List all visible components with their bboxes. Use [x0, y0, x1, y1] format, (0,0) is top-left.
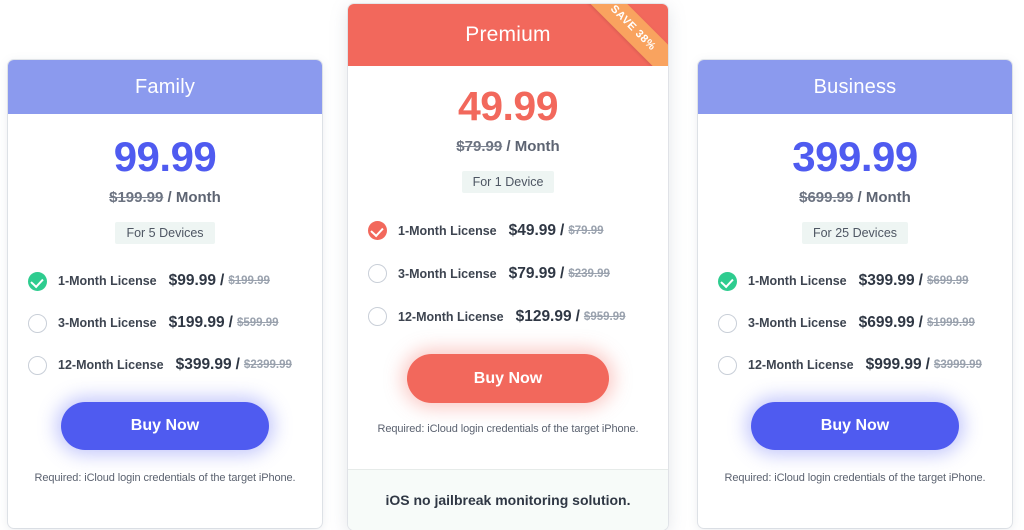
plan-title: Family	[134, 75, 196, 98]
card-header-business: Business	[698, 60, 1012, 114]
license-price: $49.99	[508, 221, 557, 239]
devices-badge: For 1 Device	[461, 171, 555, 193]
license-separator: /	[228, 314, 233, 331]
radio-unselected-icon[interactable]	[28, 355, 47, 375]
license-old-price: $79.99	[568, 224, 604, 237]
license-price: $99.99	[168, 272, 217, 289]
radio-selected-icon[interactable]	[28, 271, 47, 291]
license-option-row[interactable]: 12-Month License $399.99 / $2399.99	[28, 344, 302, 386]
license-option-row[interactable]: 1-Month License $99.99 / $199.99	[28, 260, 302, 302]
plan-price-sub: $699.99 / Month	[712, 189, 998, 206]
license-name: 3-Month License	[398, 266, 497, 281]
plan-title: Business	[813, 75, 897, 98]
buy-now-button[interactable]: Buy Now	[61, 402, 269, 450]
buy-button-wrap: Buy Now	[22, 402, 308, 450]
license-options-business: 1-Month License $399.99 / $699.99 3-Mont…	[712, 260, 998, 386]
license-option-row[interactable]: 1-Month License $49.99 / $79.99	[368, 209, 648, 252]
plan-title: Premium	[465, 23, 551, 46]
plan-old-price: $699.99	[799, 189, 854, 206]
devices-badge: For 5 Devices	[115, 222, 215, 244]
license-option-row[interactable]: 3-Month License $79.99 / $239.99	[368, 252, 648, 295]
license-name: 1-Month License	[398, 223, 497, 238]
pricing-card-family[interactable]: Family 99.99 $199.99 / Month For 5 Devic…	[8, 60, 322, 528]
license-separator: /	[560, 221, 565, 239]
buy-button-wrap: Buy Now	[362, 354, 654, 403]
license-separator: /	[560, 264, 565, 282]
license-name: 12-Month License	[398, 309, 504, 324]
premium-footer-text: iOS no jailbreak monitoring solution.	[385, 492, 631, 508]
save-ribbon-badge: SAVE 38%	[570, 4, 668, 66]
license-old-price: $1999.99	[926, 317, 975, 329]
license-options-family: 1-Month License $99.99 / $199.99 3-Month…	[22, 260, 308, 386]
license-price: $399.99	[858, 272, 915, 289]
license-option-row[interactable]: 1-Month License $399.99 / $699.99	[718, 260, 992, 302]
license-option-row[interactable]: 3-Month License $699.99 / $1999.99	[718, 302, 992, 344]
license-price: $999.99	[865, 356, 922, 373]
radio-unselected-icon[interactable]	[368, 264, 387, 283]
license-old-price: $599.99	[236, 317, 279, 329]
license-separator: /	[925, 356, 930, 373]
license-price: $79.99	[508, 264, 557, 282]
radio-selected-icon[interactable]	[718, 271, 737, 291]
license-option-row[interactable]: 3-Month License $199.99 / $599.99	[28, 302, 302, 344]
license-option-row[interactable]: 12-Month License $999.99 / $3999.99	[718, 344, 992, 386]
plan-price: 99.99	[113, 133, 217, 180]
radio-unselected-icon[interactable]	[718, 355, 737, 375]
license-price: $199.99	[168, 314, 225, 331]
license-old-price: $239.99	[568, 267, 610, 280]
license-price: $399.99	[175, 356, 232, 373]
plan-period: / Month	[506, 138, 560, 155]
pricing-page: Family 99.99 $199.99 / Month For 5 Devic…	[0, 0, 1024, 530]
plan-price-sub: $199.99 / Month	[22, 189, 308, 206]
license-old-price: $199.99	[228, 275, 270, 287]
license-old-price: $2399.99	[243, 359, 292, 371]
required-note: Required: iCloud login credentials of th…	[724, 472, 986, 484]
premium-footer: iOS no jailbreak monitoring solution.	[348, 469, 668, 530]
pricing-card-premium[interactable]: Premium SAVE 38% 49.99 $79.99 / Month Fo…	[348, 4, 668, 530]
license-option-row[interactable]: 12-Month License $129.99 / $959.99	[368, 295, 648, 338]
license-name: 12-Month License	[748, 358, 854, 372]
license-old-price: $3999.99	[933, 359, 982, 371]
card-body-premium: 49.99 $79.99 / Month For 1 Device 1-Mont…	[348, 86, 668, 435]
license-price: $699.99	[858, 314, 915, 331]
license-separator: /	[235, 356, 240, 373]
devices-badge: For 25 Devices	[801, 222, 909, 244]
license-name: 1-Month License	[58, 274, 157, 288]
plan-old-price: $79.99	[456, 138, 503, 155]
radio-unselected-icon[interactable]	[718, 313, 737, 333]
buy-button-wrap: Buy Now	[712, 402, 998, 450]
card-body-business: 399.99 $699.99 / Month For 25 Devices 1-…	[698, 136, 1012, 484]
license-name: 12-Month License	[58, 358, 164, 372]
buy-now-button[interactable]: Buy Now	[751, 402, 959, 450]
plan-price-sub: $79.99 / Month	[362, 138, 654, 155]
radio-selected-icon[interactable]	[368, 221, 387, 240]
license-options-premium: 1-Month License $49.99 / $79.99 3-Month …	[362, 209, 654, 338]
required-note: Required: iCloud login credentials of th…	[34, 472, 296, 484]
plan-price: 49.99	[457, 83, 559, 129]
plan-period: / Month	[167, 189, 221, 206]
plan-price: 399.99	[792, 133, 918, 180]
license-price: $129.99	[515, 307, 572, 325]
card-header-family: Family	[8, 60, 322, 114]
license-separator: /	[918, 314, 923, 331]
plan-period: / Month	[857, 189, 911, 206]
card-header-premium: Premium SAVE 38%	[348, 4, 668, 66]
license-old-price: $959.99	[583, 310, 626, 323]
license-separator: /	[575, 307, 580, 325]
license-name: 3-Month License	[748, 316, 847, 330]
license-separator: /	[220, 272, 225, 289]
license-name: 3-Month License	[58, 316, 157, 330]
card-body-family: 99.99 $199.99 / Month For 5 Devices 1-Mo…	[8, 136, 322, 484]
radio-unselected-icon[interactable]	[28, 313, 47, 333]
plan-old-price: $199.99	[109, 189, 164, 206]
radio-unselected-icon[interactable]	[368, 307, 387, 326]
buy-now-button[interactable]: Buy Now	[407, 354, 609, 403]
pricing-card-business[interactable]: Business 399.99 $699.99 / Month For 25 D…	[698, 60, 1012, 528]
required-note: Required: iCloud login credentials of th…	[377, 423, 639, 435]
license-old-price: $699.99	[926, 275, 969, 287]
license-name: 1-Month License	[748, 274, 847, 288]
license-separator: /	[918, 272, 923, 289]
